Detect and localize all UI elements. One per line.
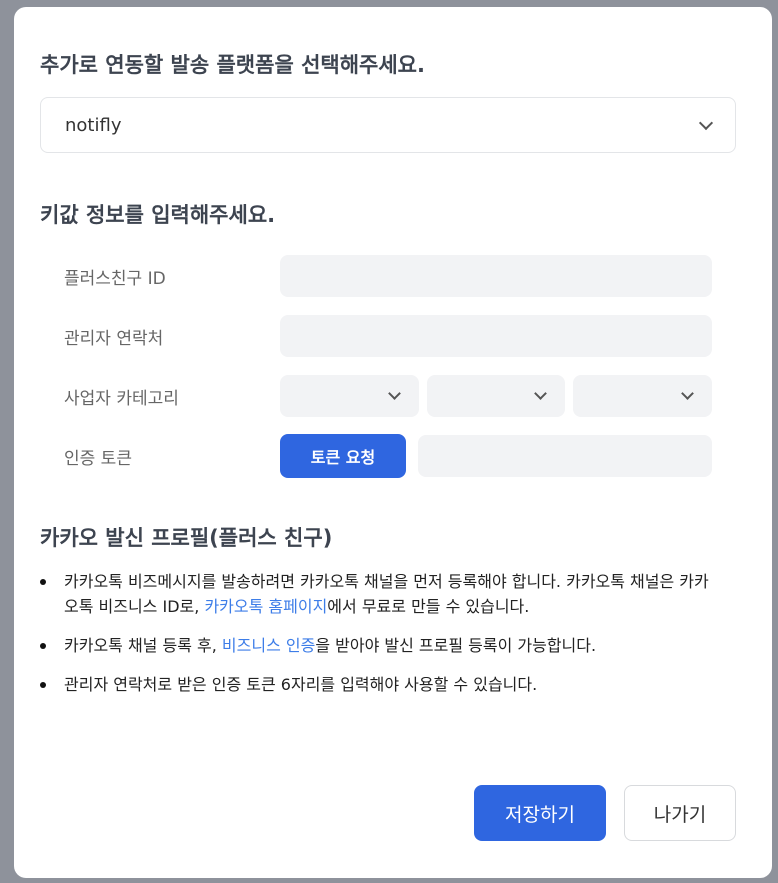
business-auth-link[interactable]: 비즈니스 인증 <box>222 636 315 655</box>
info-text: 을 받아야 발신 프로필 등록이 가능합니다. <box>315 636 597 655</box>
list-item: 카카오톡 비즈메시지를 발송하려면 카카오톡 채널을 먼저 등록해야 합니다. … <box>40 569 720 619</box>
platform-select-value: notifly <box>65 114 122 136</box>
admin-contact-input[interactable] <box>280 315 712 357</box>
list-item: 카카오톡 채널 등록 후, 비즈니스 인증을 받아야 발신 프로필 등록이 가능… <box>40 633 720 658</box>
chevron-down-icon <box>534 387 548 400</box>
business-category-label: 사업자 카테고리 <box>64 388 179 409</box>
info-list: 카카오톡 비즈메시지를 발송하려면 카카오톡 채널을 먼저 등록해야 합니다. … <box>40 569 720 711</box>
business-category-row: 사업자 카테고리 <box>64 375 713 417</box>
info-text: 관리자 연락처로 받은 인증 토큰 6자리를 입력해야 사용할 수 있습니다. <box>64 675 538 694</box>
list-item: 관리자 연락처로 받은 인증 토큰 6자리를 입력해야 사용할 수 있습니다. <box>40 672 720 697</box>
plusfriend-id-label: 플러스친구 ID <box>64 268 166 289</box>
plusfriend-id-input[interactable] <box>280 255 712 297</box>
save-button[interactable]: 저장하기 <box>474 785 606 841</box>
admin-contact-label: 관리자 연락처 <box>64 328 164 349</box>
chevron-down-icon <box>387 387 401 400</box>
admin-contact-row: 관리자 연락처 <box>64 315 712 357</box>
auth-token-row: 인증 토큰 토큰 요청 <box>64 434 712 478</box>
platform-title: 추가로 연동할 발송 플랫폼을 선택해주세요. <box>40 53 425 77</box>
profile-title: 카카오 발신 프로필(플러스 친구) <box>40 526 333 550</box>
plusfriend-id-row: 플러스친구 ID <box>64 255 712 297</box>
info-text: 에서 무료로 만들 수 있습니다. <box>327 597 530 616</box>
info-text: 카카오톡 채널 등록 후, <box>64 636 222 655</box>
chevron-down-icon <box>681 387 694 400</box>
auth-token-input[interactable] <box>418 435 712 477</box>
category-select-2[interactable] <box>426 375 566 417</box>
auth-token-label: 인증 토큰 <box>64 448 132 469</box>
request-token-button[interactable]: 토큰 요청 <box>280 434 406 478</box>
exit-button[interactable]: 나가기 <box>624 785 736 841</box>
kakao-homepage-link[interactable]: 카카오톡 홈페이지 <box>204 597 327 616</box>
category-select-3[interactable] <box>573 375 713 417</box>
platform-modal: 추가로 연동할 발송 플랫폼을 선택해주세요. notifly 키값 정보를 입… <box>14 7 772 878</box>
chevron-down-icon <box>698 115 714 130</box>
key-title: 키값 정보를 입력해주세요. <box>40 203 276 227</box>
category-select-1[interactable] <box>280 375 419 417</box>
platform-select[interactable]: notifly <box>40 97 736 153</box>
